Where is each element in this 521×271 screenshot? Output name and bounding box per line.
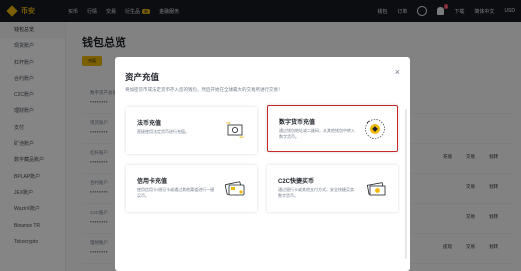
card-title: 信用卡充值 <box>137 179 168 185</box>
card-description: 通过钱包地址或二维码，从其他钱包中转入数字货币。 <box>279 128 355 139</box>
crypto-deposit-card[interactable]: 数字货币充值 通过钱包地址或二维码，从其他钱包中转入数字货币。 <box>267 105 398 152</box>
card-description: 使用信用卡/借记卡或通过其他渠道进行一键买币。 <box>137 187 215 198</box>
modal-scrollbar[interactable] <box>405 109 407 259</box>
modal-subtitle: 将加密货币或法定货币存入您的钱包，然后开始在全球最大的交易所进行交易！ <box>125 87 283 92</box>
card-description: 通过银行卡或其他支付方式，安全快捷买卖数字货币。 <box>278 187 354 198</box>
fiat-deposit-card[interactable]: 法币充值 直接使用法定货币进行充值。 <box>126 107 257 154</box>
deposit-modal: 资产充值 × 将加密货币或法定货币存入您的钱包，然后开始在全球最大的交易所进行交… <box>115 57 410 271</box>
credit-card-icon <box>224 181 245 196</box>
modal-title: 资产充值 <box>125 72 160 82</box>
card-title: 数字货币充值 <box>279 120 316 126</box>
credit-card-deposit-card[interactable]: 信用卡充值 使用信用卡/借记卡或通过其他渠道进行一键买币。 <box>126 165 257 212</box>
c2c-buy-card[interactable]: C2C快捷买币 通过银行卡或其他支付方式，安全快捷买卖数字货币。 <box>267 165 398 212</box>
crypto-deposit-icon <box>365 119 385 139</box>
card-description: 直接使用法定货币进行充值。 <box>137 129 189 134</box>
fiat-transfer-icon <box>226 121 244 139</box>
close-icon[interactable]: × <box>395 67 400 77</box>
c2c-cash-icon <box>366 182 386 196</box>
card-title: C2C快捷买币 <box>278 179 315 185</box>
card-title: 法币充值 <box>137 121 162 127</box>
